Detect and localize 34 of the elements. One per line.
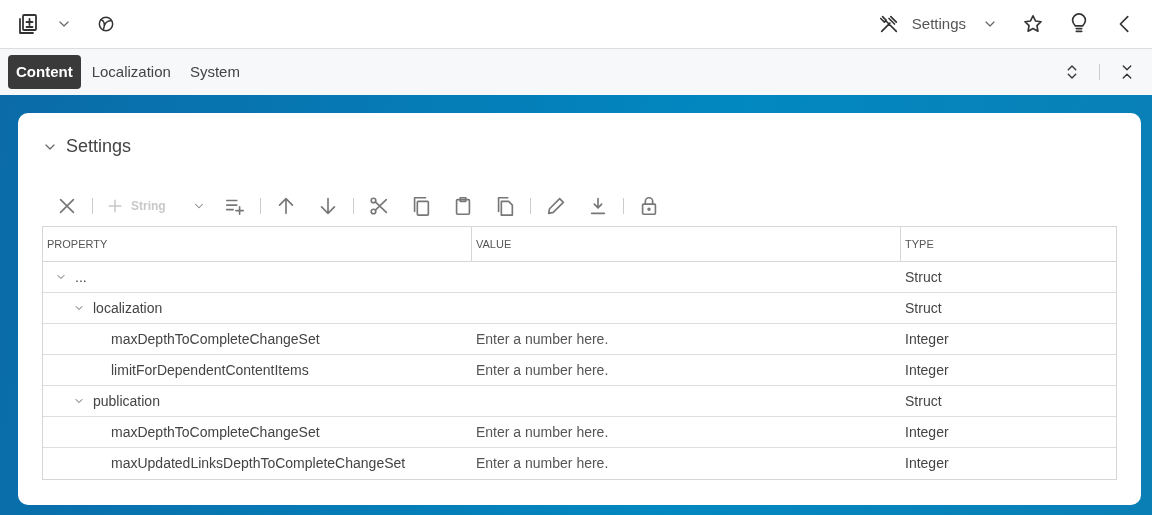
value-field[interactable]: Enter a number here. — [476, 453, 776, 474]
type-name: Integer — [905, 360, 949, 380]
type-name: Struct — [905, 267, 942, 287]
column-header: VALUE — [476, 236, 512, 252]
value-field[interactable]: Enter a number here. — [476, 359, 776, 381]
column-header: TYPE — [905, 236, 934, 252]
globe-icon — [96, 14, 116, 34]
property-name: limitForDependentContentItems — [111, 360, 309, 380]
new-document-button[interactable] — [16, 12, 40, 36]
property-name: localization — [93, 298, 163, 318]
panel-title: Settings — [66, 135, 132, 158]
property-name: publication — [93, 391, 160, 411]
document-plus-icon — [16, 12, 40, 36]
type-name: Struct — [905, 298, 942, 318]
tools-icon — [877, 13, 900, 35]
star-icon — [1022, 13, 1044, 35]
type-name: Struct — [905, 391, 942, 411]
property-name: maxUpdatedLinksDepthToCompleteChangeSet — [111, 454, 406, 473]
column-header: PROPERTY — [47, 236, 108, 252]
tab[interactable]: System — [181, 54, 248, 90]
property-name: maxDepthToCompleteChangeSet — [111, 329, 320, 349]
type-name: Integer — [905, 329, 949, 349]
property-name: maxDepthToCompleteChangeSet — [111, 422, 320, 442]
globe-button[interactable] — [96, 14, 116, 34]
tab[interactable]: Localization — [83, 54, 179, 90]
type-name: Integer — [905, 454, 949, 473]
type-name: Integer — [905, 422, 949, 442]
scissors-icon — [367, 195, 390, 217]
value-field[interactable]: Enter a number here. — [476, 328, 776, 350]
settings-menu-button[interactable]: Settings — [877, 12, 998, 36]
value-field[interactable]: Enter a number here. — [476, 421, 776, 443]
star-button[interactable] — [1022, 13, 1044, 35]
tab[interactable]: Content — [8, 54, 81, 90]
property-name: ... — [75, 267, 87, 287]
